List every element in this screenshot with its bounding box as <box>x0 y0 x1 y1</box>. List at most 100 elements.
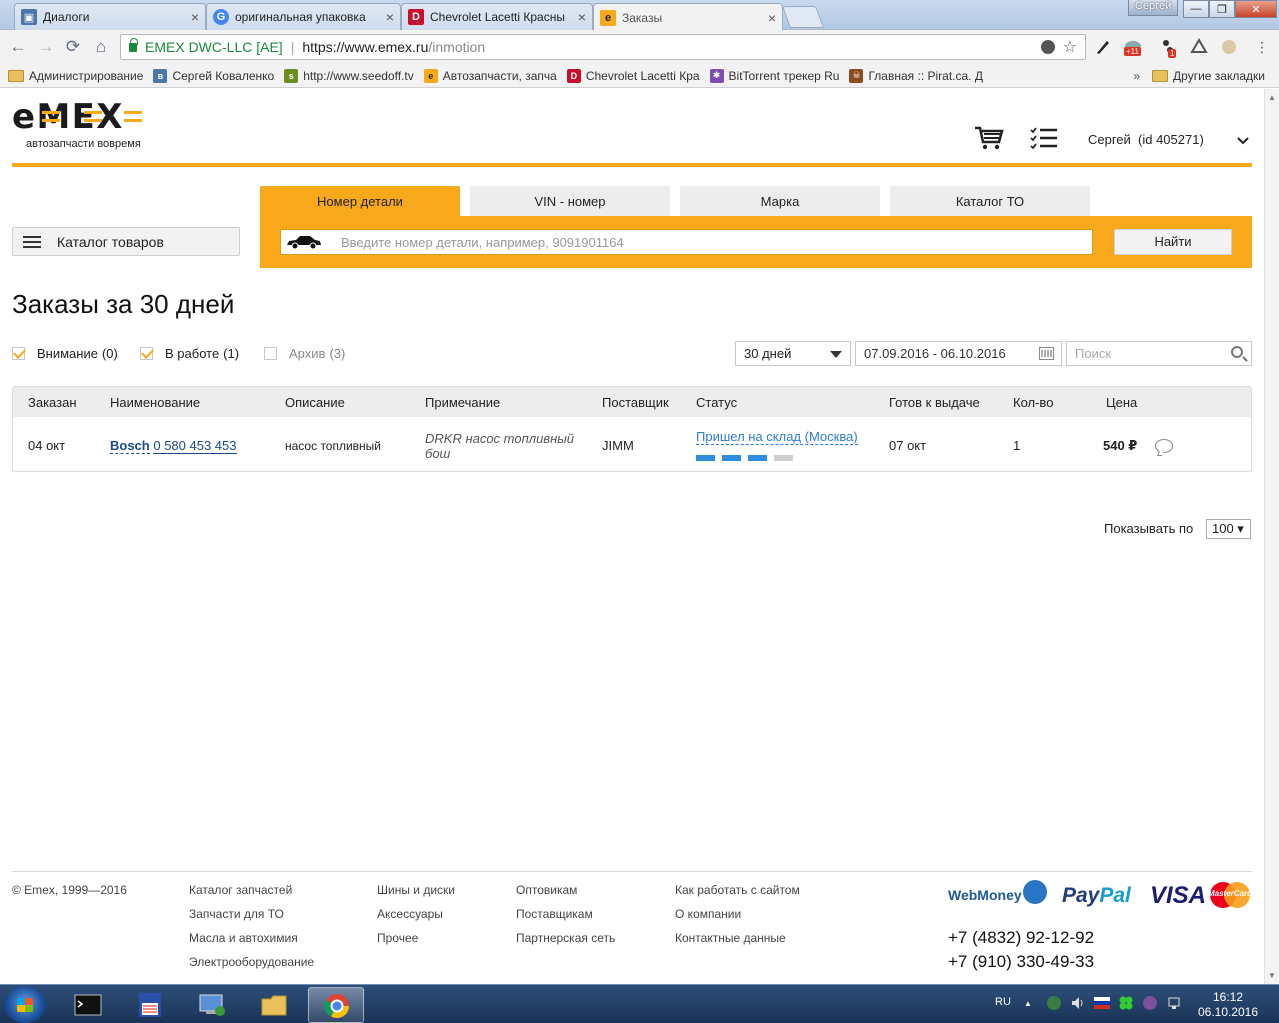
volume-icon[interactable] <box>1070 995 1086 1011</box>
emex-tray-icon[interactable] <box>1046 995 1062 1011</box>
col-note[interactable]: Примечание <box>425 395 500 410</box>
start-button[interactable] <box>4 987 46 1023</box>
other-bookmarks[interactable]: Другие закладки <box>1152 69 1265 83</box>
footer-link[interactable]: Масла и автохимия <box>189 931 314 955</box>
catalog-button[interactable]: Каталог товаров <box>12 227 240 256</box>
clover-icon[interactable] <box>1118 995 1134 1011</box>
col-price[interactable]: Цена <box>1106 395 1137 410</box>
col-description[interactable]: Описание <box>285 395 345 410</box>
col-supplier[interactable]: Поставщик <box>602 395 669 410</box>
tab-brand[interactable]: Марка <box>680 186 880 216</box>
more-bookmarks-chevron[interactable]: » <box>1133 69 1140 83</box>
footer-link[interactable]: Партнерская сеть <box>516 931 615 955</box>
footer-link[interactable]: Поставщикам <box>516 907 615 931</box>
footer-link[interactable]: Оптовикам <box>516 883 615 907</box>
reload-icon[interactable]: ⟳ <box>63 37 83 57</box>
back-icon[interactable]: ← <box>8 37 28 57</box>
col-ready[interactable]: Готов к выдаче <box>889 395 980 410</box>
footer-link[interactable]: Аксессуары <box>377 907 455 931</box>
cart-icon[interactable] <box>974 125 1004 151</box>
bookmark-seedoff[interactable]: s http://www.seedoff.tv <box>284 68 414 83</box>
close-window-button[interactable]: ✕ <box>1235 0 1277 18</box>
bookmark-admin[interactable]: Администрирование <box>8 69 143 83</box>
status-link[interactable]: Пришел на склад (Москва) <box>696 429 858 445</box>
share-extension-icon[interactable]: 1 <box>1160 38 1178 58</box>
bookmark-emex[interactable]: e Автозапчасти, запча <box>423 68 557 83</box>
close-tab-icon[interactable]: × <box>386 9 394 25</box>
taskbar-remote-desktop[interactable] <box>184 987 240 1023</box>
language-indicator[interactable]: RU <box>995 996 1011 1008</box>
minimize-button[interactable]: — <box>1183 0 1209 18</box>
col-ordered[interactable]: Заказан <box>28 395 77 410</box>
calendar-icon[interactable] <box>1039 347 1054 360</box>
restore-button[interactable]: ❐ <box>1209 0 1235 18</box>
drive-extension-icon[interactable] <box>1190 38 1208 56</box>
blocked-content-icon[interactable] <box>1041 40 1055 54</box>
footer-link[interactable]: Контактные данные <box>675 931 800 955</box>
footer-link[interactable]: Прочее <box>377 931 455 955</box>
viber-icon[interactable] <box>1142 995 1158 1011</box>
part-number-input[interactable]: Введите номер детали, например, 90919011… <box>280 229 1093 255</box>
emex-logo[interactable]: e M E X автозапчасти вовремя <box>12 99 167 150</box>
filter-in-progress[interactable]: В работе (1) <box>140 346 239 361</box>
bookmark-pirat[interactable]: ☠ Главная :: Pirat.ca. Д <box>849 68 983 83</box>
browser-profile-badge[interactable]: Сергей <box>1128 0 1179 16</box>
mail-extension-icon[interactable]: +11 <box>1124 38 1142 56</box>
taskbar-chrome[interactable] <box>308 987 364 1023</box>
browser-tab-orders[interactable]: e Заказы × <box>593 3 783 31</box>
col-status[interactable]: Статус <box>696 395 737 410</box>
footer-link[interactable]: Запчасти для ТО <box>189 907 314 931</box>
browser-tab-dialogs[interactable]: ▣ Диалоги × <box>14 3 206 30</box>
system-clock[interactable]: 16:12 06.10.2016 <box>1196 990 1260 1020</box>
tab-part-number[interactable]: Номер детали <box>260 186 460 216</box>
bookmark-vk[interactable]: в Сергей Коваленко <box>153 68 274 83</box>
page-size-select[interactable]: 100 ▾ <box>1206 519 1251 539</box>
brand-link[interactable]: Bosch <box>110 438 150 454</box>
profile-extension-icon[interactable] <box>1220 38 1238 56</box>
search-icon[interactable] <box>1231 346 1243 358</box>
checkbox-archive[interactable] <box>264 347 277 360</box>
footer-link[interactable]: Как работать с сайтом <box>675 883 800 907</box>
close-tab-icon[interactable]: × <box>191 9 199 25</box>
bookmark-star-icon[interactable]: ☆ <box>1063 37 1077 57</box>
comment-icon[interactable] <box>1155 439 1173 453</box>
bookmark-rutracker[interactable]: ✱ BitTorrent трекер Ru <box>709 68 839 83</box>
pen-extension-icon[interactable] <box>1094 38 1112 56</box>
filter-archive[interactable]: Архив (3) <box>264 346 345 361</box>
taskbar-explorer[interactable] <box>246 987 302 1023</box>
footer-link[interactable]: О компании <box>675 907 800 931</box>
taskbar-calendar[interactable] <box>122 987 178 1023</box>
checkbox-in-progress[interactable] <box>140 347 153 360</box>
orders-list-icon[interactable] <box>1030 127 1058 149</box>
new-tab-button[interactable] <box>781 6 825 28</box>
page-scrollbar[interactable]: ▲ ▼ <box>1264 89 1279 984</box>
address-bar[interactable]: EMEX DWC-LLC [AE] | https://www.emex.ru /… <box>120 34 1086 60</box>
tab-maintenance-catalog[interactable]: Каталог ТО <box>890 186 1090 216</box>
col-qty[interactable]: Кол-во <box>1013 395 1053 410</box>
footer-link[interactable]: Электрооборудование <box>189 955 314 979</box>
user-account-name[interactable]: Сергей (id 405271) <box>1088 132 1204 147</box>
show-hidden-icons-arrow[interactable]: ▲ <box>1024 999 1032 1008</box>
part-number-link[interactable]: 0 580 453 453 <box>153 438 237 454</box>
date-range-input[interactable]: 07.09.2016 - 06.10.2016 <box>855 341 1062 366</box>
footer-link[interactable]: Каталог запчастей <box>189 883 314 907</box>
browser-tab-drive2[interactable]: D Chevrolet Lacetti Красны × <box>401 3 593 30</box>
browser-tab-google[interactable]: G оригинальная упаковка × <box>206 3 401 30</box>
period-select[interactable]: 30 дней <box>735 341 851 366</box>
scroll-down-arrow-icon[interactable]: ▼ <box>1268 971 1276 980</box>
filter-attention[interactable]: Внимание (0) <box>12 346 118 361</box>
close-tab-icon[interactable]: × <box>768 10 776 26</box>
col-name[interactable]: Наименование <box>110 395 200 410</box>
footer-link[interactable]: Шины и диски <box>377 883 455 907</box>
home-icon[interactable]: ⌂ <box>91 37 111 57</box>
phone-primary[interactable]: +7 (4832) 92-12-92 <box>948 928 1094 948</box>
search-button[interactable]: Найти <box>1114 229 1232 255</box>
bookmark-drive2[interactable]: D Chevrolet Lacetti Кра <box>566 68 700 83</box>
network-icon[interactable] <box>1166 995 1182 1011</box>
browser-menu-icon[interactable]: ⋮ <box>1252 37 1272 57</box>
tab-vin[interactable]: VIN - номер <box>470 186 670 216</box>
user-menu-chevron-icon[interactable] <box>1236 136 1250 146</box>
close-tab-icon[interactable]: × <box>578 9 586 25</box>
checkbox-attention[interactable] <box>12 347 25 360</box>
taskbar-cmd[interactable] <box>60 987 116 1023</box>
